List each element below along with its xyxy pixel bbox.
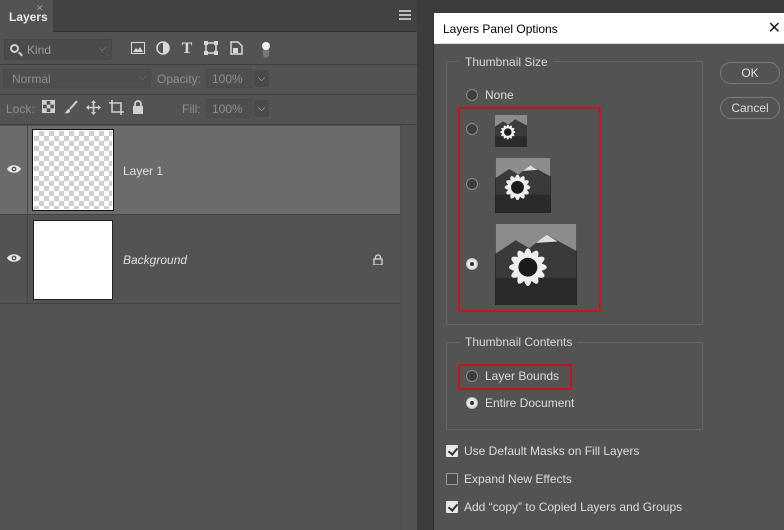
lock-label: Lock: (6, 102, 35, 116)
layers-scrollbar[interactable] (400, 125, 417, 530)
thumb-size-large-preview (495, 224, 577, 305)
layer-bounds-radio[interactable] (466, 370, 478, 382)
fill-chevron-icon[interactable]: ⌵ (253, 99, 270, 118)
adjustment-layer-filter-icon[interactable] (155, 41, 171, 57)
opacity-label: Opacity: (157, 72, 202, 86)
close-icon[interactable]: ✕ (768, 18, 781, 38)
lock-position-move-icon[interactable] (85, 100, 101, 116)
shape-layer-filter-icon[interactable] (203, 41, 219, 57)
visibility-toggle[interactable] (0, 215, 28, 303)
layer-bounds-label: Layer Bounds (485, 369, 560, 383)
add-copy-label: Add “copy” to Copied Layers and Groups (464, 500, 683, 514)
opacity-input[interactable]: 100% (206, 69, 259, 88)
filter-toggle-icon[interactable] (258, 41, 274, 58)
ok-button[interactable]: OK (720, 62, 780, 84)
blend-mode-value: Normal (12, 72, 51, 86)
thumb-size-small-radio[interactable] (466, 123, 478, 135)
expand-new-effects-label: Expand New Effects (464, 472, 572, 486)
photoshop-layers-screen: Layers ✕ Kind ⌵ T Normal ⌵ Opacity: 100%… (0, 0, 784, 530)
lock-icon (373, 254, 383, 268)
layer-row-background[interactable]: Background (0, 215, 400, 304)
eye-icon (7, 165, 21, 173)
layer-row-layer-1[interactable]: Layer 1 (0, 126, 400, 215)
filter-kind-label: Kind (27, 43, 52, 57)
chevron-down-icon: ⌵ (98, 43, 106, 54)
tab-close-icon[interactable]: ✕ (36, 3, 44, 14)
thumb-size-none-label: None (485, 88, 514, 102)
panel-menu-icon[interactable] (399, 10, 411, 20)
type-layer-filter-icon[interactable]: T (179, 41, 195, 57)
layers-panel-options-dialog: Layers Panel Options ✕ Thumbnail Size No… (433, 13, 784, 530)
dialog-title: Layers Panel Options (443, 22, 558, 36)
tab-layers[interactable]: Layers (0, 0, 53, 33)
divider (0, 124, 417, 125)
filter-kind-select[interactable]: Kind ⌵ (4, 39, 112, 60)
blend-mode-select[interactable]: Normal ⌵ (3, 69, 151, 88)
lock-transparent-pixels-icon[interactable] (40, 100, 56, 116)
panel-tab-bar: Layers ✕ (0, 0, 417, 33)
layers-panel: Layers ✕ Kind ⌵ T Normal ⌵ Opacity: 100%… (0, 0, 417, 530)
dialog-title-bar[interactable]: Layers Panel Options ✕ (434, 13, 784, 44)
visibility-toggle[interactable] (0, 126, 28, 214)
search-icon (10, 44, 19, 53)
thumb-size-medium-preview (495, 158, 551, 213)
fill-input[interactable]: 100% (206, 99, 259, 118)
fill-label: Fill: (182, 102, 201, 116)
opacity-chevron-icon[interactable]: ⌵ (253, 69, 270, 88)
layer-name[interactable]: Layer 1 (123, 164, 163, 178)
pixel-layer-filter-icon[interactable] (130, 41, 146, 57)
cancel-button[interactable]: Cancel (720, 97, 780, 119)
thumbnail-contents-label: Thumbnail Contents (460, 335, 578, 349)
thumb-size-none-radio[interactable] (466, 89, 478, 101)
use-default-masks-checkbox[interactable] (446, 445, 458, 457)
entire-document-radio[interactable] (466, 397, 478, 409)
lock-image-pixels-brush-icon[interactable] (63, 100, 79, 116)
entire-document-label: Entire Document (485, 396, 575, 410)
chevron-down-icon: ⌵ (138, 72, 146, 83)
lock-artboard-crop-icon[interactable] (108, 100, 124, 116)
layer-name[interactable]: Background (123, 253, 187, 267)
background-thumbnail (33, 220, 113, 300)
divider (0, 64, 417, 65)
lock-all-icon[interactable] (130, 100, 146, 116)
add-copy-checkbox[interactable] (446, 501, 458, 513)
layer-1-thumbnail (32, 129, 114, 211)
thumb-size-small-preview (495, 115, 527, 147)
smart-object-filter-icon[interactable] (228, 41, 244, 57)
divider (0, 94, 417, 95)
eye-icon (7, 254, 21, 262)
thumbnail-size-label: Thumbnail Size (460, 55, 553, 69)
use-default-masks-label: Use Default Masks on Fill Layers (464, 444, 640, 458)
thumb-size-large-radio[interactable] (466, 258, 478, 270)
expand-new-effects-checkbox[interactable] (446, 473, 458, 485)
thumb-size-medium-radio[interactable] (466, 178, 478, 190)
